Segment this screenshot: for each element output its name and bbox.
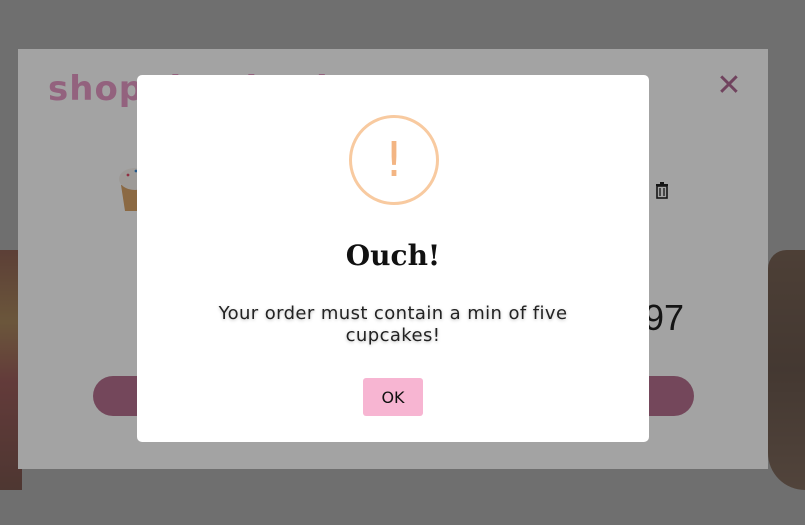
warning-icon: ! xyxy=(349,115,439,205)
storefront-background: shopping basket ✕ 97 ! Ouch! Your order … xyxy=(0,0,805,525)
alert-message: Your order must contain a min of five cu… xyxy=(218,303,568,346)
alert-title: Ouch! xyxy=(345,239,441,272)
alert-dialog: ! Ouch! Your order must contain a min of… xyxy=(137,75,649,442)
ok-button[interactable]: OK xyxy=(363,378,423,416)
